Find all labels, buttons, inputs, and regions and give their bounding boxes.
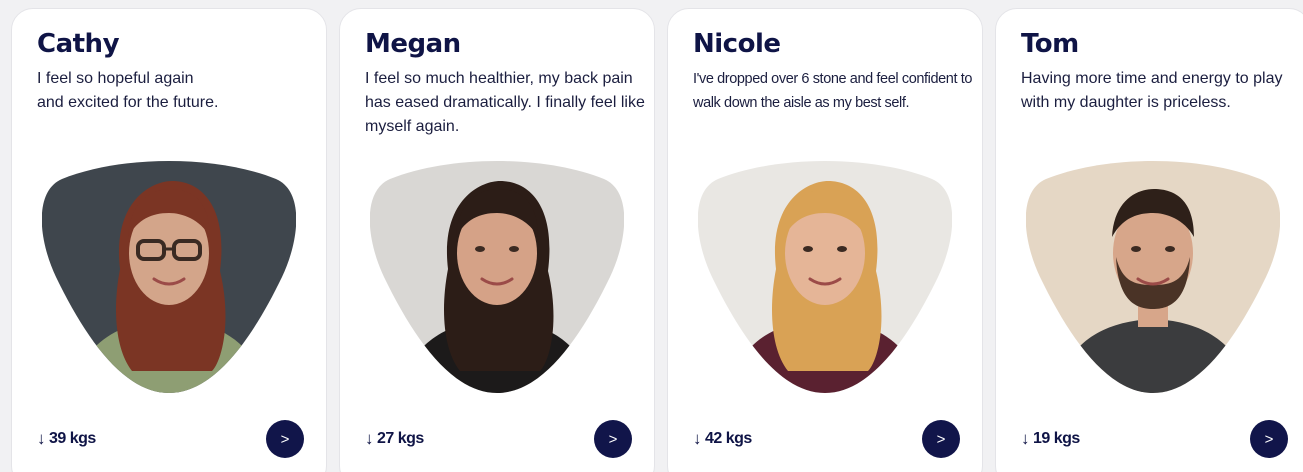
down-arrow-icon: ↓ <box>37 429 46 448</box>
testimonial-card-cathy: Cathy I feel so hopeful again and excite… <box>11 8 327 472</box>
weight-loss-value: 27 kgs <box>377 430 424 447</box>
person-name: Cathy <box>37 29 120 59</box>
person-photo <box>1026 161 1280 393</box>
testimonial-quote: Having more time and energy to play with… <box>1021 70 1283 111</box>
testimonial-card-tom: Tom Having more time and energy to play … <box>995 8 1303 472</box>
person-name: Nicole <box>693 29 781 59</box>
person-photo <box>42 161 296 393</box>
next-button[interactable]: > <box>922 420 960 458</box>
testimonial-card-nicole: Nicole I've dropped over 6 stone and fee… <box>667 8 983 472</box>
person-name: Tom <box>1021 29 1079 59</box>
down-arrow-icon: ↓ <box>1021 429 1030 448</box>
person-photo <box>698 161 952 393</box>
weight-loss-stat: ↓ 39 kgs <box>37 429 96 449</box>
weight-loss-stat: ↓ 27 kgs <box>365 429 424 449</box>
next-button[interactable]: > <box>266 420 304 458</box>
person-photo <box>370 161 624 393</box>
weight-loss-stat: ↓ 42 kgs <box>693 429 752 449</box>
next-button[interactable]: > <box>1250 420 1288 458</box>
weight-loss-value: 19 kgs <box>1033 430 1080 447</box>
weight-loss-stat: ↓ 19 kgs <box>1021 429 1080 449</box>
testimonial-quote: I feel so hopeful again and excited for … <box>37 70 219 111</box>
weight-loss-value: 42 kgs <box>705 430 752 447</box>
testimonial-quote: I've dropped over 6 stone and feel confi… <box>693 71 973 111</box>
person-name: Megan <box>365 29 461 59</box>
next-button[interactable]: > <box>594 420 632 458</box>
weight-loss-value: 39 kgs <box>49 430 96 447</box>
down-arrow-icon: ↓ <box>365 429 374 448</box>
testimonial-card-megan: Megan I feel so much healthier, my back … <box>339 8 655 472</box>
down-arrow-icon: ↓ <box>693 429 702 448</box>
testimonial-row: Cathy I feel so hopeful again and excite… <box>0 0 1303 472</box>
testimonial-quote: I feel so much healthier, my back pain h… <box>365 70 645 135</box>
